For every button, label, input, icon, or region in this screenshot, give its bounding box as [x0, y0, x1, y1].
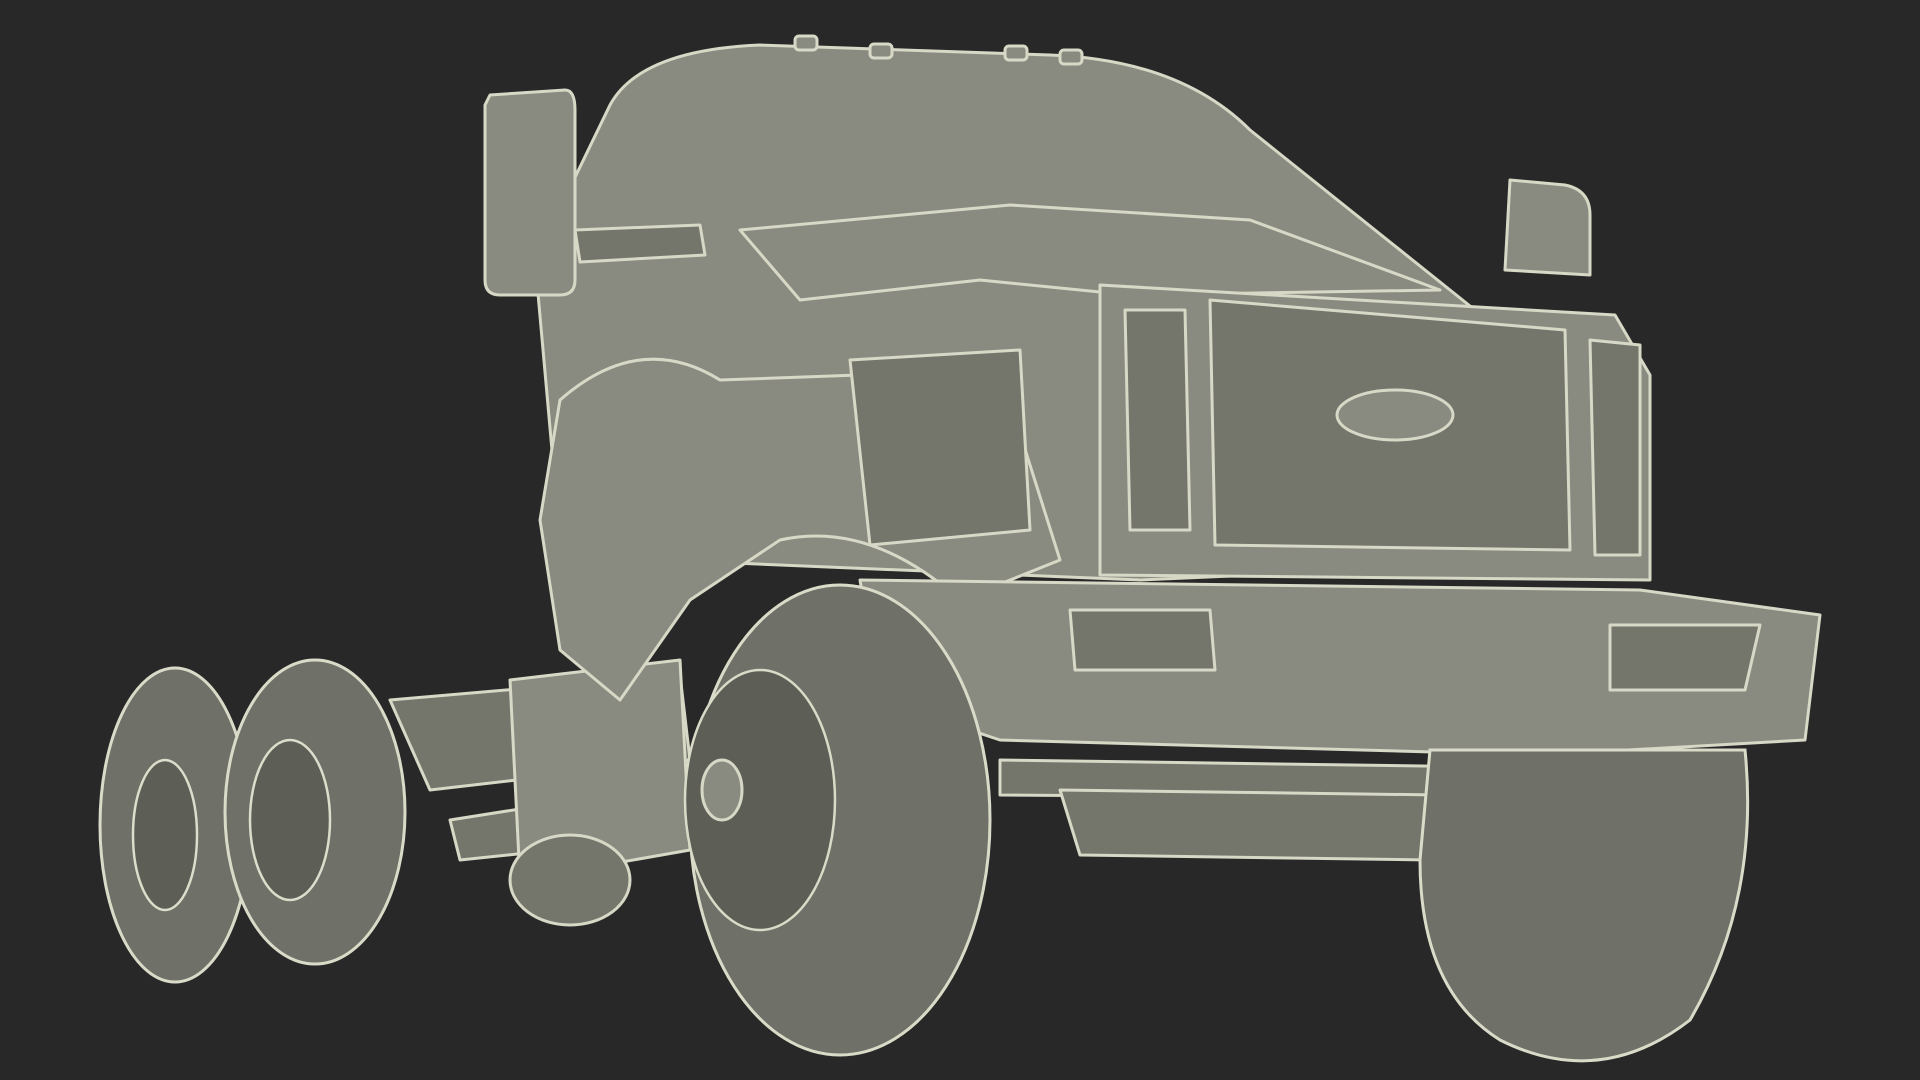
render-viewport	[0, 0, 1920, 1080]
right-mirror	[1503, 178, 1592, 277]
front-bumper	[858, 578, 1822, 757]
rear-axle-differential	[508, 833, 632, 927]
rear-wheel-inner	[223, 658, 407, 966]
front-wheel-left	[683, 583, 992, 1057]
front-grille	[1098, 283, 1652, 582]
wheel-hub-icon	[700, 758, 744, 822]
front-wheel-right	[1418, 748, 1750, 1063]
truck-wireframe-render	[98, 34, 1822, 1063]
